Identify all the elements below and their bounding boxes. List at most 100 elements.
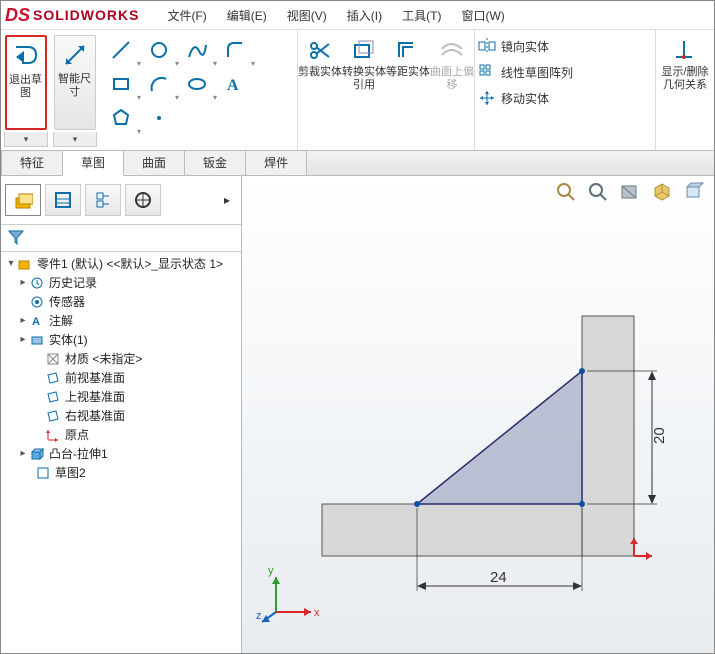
plane-icon bbox=[45, 389, 61, 405]
panel-tab-feature-tree[interactable] bbox=[5, 184, 41, 216]
panel-tab-dimxpert[interactable] bbox=[125, 184, 161, 216]
convert-label: 转换实体引用 bbox=[342, 66, 386, 92]
tab-sheetmetal[interactable]: 钣金 bbox=[184, 150, 246, 175]
smart-dim-label: 智能尺寸 bbox=[55, 73, 95, 99]
smart-dim-button[interactable]: 智能尺寸 bbox=[54, 35, 96, 130]
app-window: DS SOLIDWORKS 文件(F) 编辑(E) 视图(V) 插入(I) 工具… bbox=[0, 0, 715, 654]
menu-edit[interactable]: 编辑(E) bbox=[217, 5, 277, 26]
solid-body: 20 24 bbox=[322, 316, 668, 591]
display-delete-relations-button[interactable]: 显示/删除几何关系 bbox=[655, 30, 714, 150]
tree-right-plane-label: 右视基准面 bbox=[65, 407, 125, 424]
tab-feature[interactable]: 特征 bbox=[1, 150, 63, 175]
tree-history-label: 历史记录 bbox=[49, 274, 97, 291]
rectangle-tool[interactable]: ▾ bbox=[103, 68, 139, 100]
spline-tool[interactable]: ▾ bbox=[179, 34, 215, 66]
tab-weldment[interactable]: 焊件 bbox=[245, 150, 307, 175]
tree-root[interactable]: ▾ 零件1 (默认) <<默认>_显示状态 1> bbox=[5, 254, 241, 273]
ribbon-group-dim: 智能尺寸 bbox=[50, 30, 99, 150]
offset-icon bbox=[394, 36, 422, 64]
tree-root-label: 零件1 (默认) <<默认>_显示状态 1> bbox=[37, 255, 223, 272]
main-area: ▸ ▾ 零件1 (默认) <<默认>_显示状态 1> ▸ 历史记录 bbox=[1, 176, 714, 653]
point-tool[interactable] bbox=[255, 34, 291, 66]
panel-tab-config[interactable] bbox=[85, 184, 121, 216]
extrude-icon bbox=[29, 446, 45, 462]
tree-top-plane-label: 上视基准面 bbox=[65, 388, 125, 405]
tree-sensors-label: 传感器 bbox=[49, 293, 85, 310]
tab-sketch[interactable]: 草图 bbox=[62, 150, 124, 176]
tab-surface[interactable]: 曲面 bbox=[123, 150, 185, 175]
dimension-horizontal-value: 24 bbox=[490, 569, 507, 586]
scissors-icon bbox=[306, 36, 334, 64]
funnel-icon[interactable] bbox=[7, 228, 25, 249]
pattern-icon bbox=[477, 62, 497, 82]
tree-material[interactable]: 材质 <未指定> bbox=[5, 349, 241, 368]
exit-sketch-label: 退出草图 bbox=[7, 74, 45, 100]
tree-solid-bodies[interactable]: ▸ 实体(1) bbox=[5, 330, 241, 349]
tree-origin-label: 原点 bbox=[65, 426, 89, 443]
line-tool[interactable]: ▾ bbox=[103, 34, 139, 66]
tree-sketch2-label: 草图2 bbox=[55, 464, 86, 481]
tree-origin[interactable]: 原点 bbox=[5, 425, 241, 444]
circle-tool[interactable]: ▾ bbox=[141, 34, 177, 66]
slot-tool[interactable] bbox=[255, 68, 291, 100]
tree-filter-row bbox=[1, 225, 241, 252]
menu-view[interactable]: 视图(V) bbox=[277, 5, 337, 26]
smart-dim-dropdown[interactable] bbox=[53, 132, 97, 147]
offset-label: 等距实体 bbox=[386, 66, 430, 79]
tree-front-plane[interactable]: 前视基准面 bbox=[5, 368, 241, 387]
mirror-label: 镜向实体 bbox=[501, 38, 549, 55]
menu-tools[interactable]: 工具(T) bbox=[392, 5, 451, 26]
move-row[interactable]: 移动实体 bbox=[477, 88, 573, 108]
ribbon-list-edit: 镜向实体 线性草图阵列 移动实体 bbox=[474, 30, 575, 150]
exit-sketch-dropdown[interactable] bbox=[4, 132, 48, 147]
menu-file[interactable]: 文件(F) bbox=[157, 5, 216, 26]
logo-text: SOLIDWORKS bbox=[33, 7, 139, 23]
tree-top-plane[interactable]: 上视基准面 bbox=[5, 387, 241, 406]
graphics-viewport[interactable]: 20 24 bbox=[242, 176, 714, 653]
tree-history[interactable]: ▸ 历史记录 bbox=[5, 273, 241, 292]
part-icon bbox=[17, 256, 33, 272]
exit-sketch-icon bbox=[11, 41, 41, 71]
tree-right-plane[interactable]: 右视基准面 bbox=[5, 406, 241, 425]
text-tool[interactable]: A bbox=[217, 68, 253, 100]
feature-manager-panel: ▸ ▾ 零件1 (默认) <<默认>_显示状态 1> ▸ 历史记录 bbox=[1, 176, 242, 653]
trim-button[interactable]: 剪裁实体 bbox=[298, 30, 342, 150]
tree-material-label: 材质 <未指定> bbox=[65, 350, 142, 367]
menu-window[interactable]: 窗口(W) bbox=[451, 5, 514, 26]
sketch-icon bbox=[35, 465, 51, 481]
fillet-tool[interactable]: ▾ bbox=[217, 34, 253, 66]
menu-insert[interactable]: 插入(I) bbox=[337, 5, 392, 26]
panel-tab-more[interactable]: ▸ bbox=[217, 185, 237, 215]
panel-tabs: ▸ bbox=[1, 176, 241, 225]
offset-button[interactable]: 等距实体 bbox=[386, 30, 430, 150]
tree-solid-bodies-label: 实体(1) bbox=[49, 331, 88, 348]
exit-sketch-button[interactable]: 退出草图 bbox=[5, 35, 47, 130]
linear-pattern-row[interactable]: 线性草图阵列 bbox=[477, 62, 573, 82]
mirror-row[interactable]: 镜向实体 bbox=[477, 36, 573, 56]
tree-sketch2[interactable]: 草图2 bbox=[5, 463, 241, 482]
axis-x-label: x bbox=[314, 607, 320, 619]
offset-surface-button[interactable]: 曲面上偏移 bbox=[430, 30, 474, 150]
tree-annotations[interactable]: ▸ A 注解 bbox=[5, 311, 241, 330]
arc-tool[interactable]: ▾ bbox=[141, 68, 177, 100]
tree-boss-extrude-label: 凸台-拉伸1 bbox=[49, 445, 108, 462]
origin-icon bbox=[45, 427, 61, 443]
convert-button[interactable]: 转换实体引用 bbox=[342, 30, 386, 150]
point2-tool[interactable] bbox=[141, 102, 177, 134]
offset-surface-icon bbox=[438, 36, 466, 64]
tree-front-plane-label: 前视基准面 bbox=[65, 369, 125, 386]
axis-y-label: y bbox=[268, 565, 274, 577]
tree-boss-extrude[interactable]: ▸ 凸台-拉伸1 bbox=[5, 444, 241, 463]
ellipse-tool[interactable]: ▾ bbox=[179, 68, 215, 100]
relations-label: 显示/删除几何关系 bbox=[656, 66, 714, 92]
plane-icon bbox=[45, 370, 61, 386]
svg-text:A: A bbox=[227, 77, 239, 94]
polygon-tool[interactable]: ▾ bbox=[103, 102, 139, 134]
sketch-origin bbox=[630, 538, 652, 560]
plane-tool[interactable] bbox=[179, 102, 215, 134]
convert-icon bbox=[350, 36, 378, 64]
svg-text:A: A bbox=[32, 316, 40, 328]
feature-tree: ▾ 零件1 (默认) <<默认>_显示状态 1> ▸ 历史记录 传感器 ▸ A bbox=[1, 252, 241, 653]
panel-tab-property[interactable] bbox=[45, 184, 81, 216]
tree-sensors[interactable]: 传感器 bbox=[5, 292, 241, 311]
